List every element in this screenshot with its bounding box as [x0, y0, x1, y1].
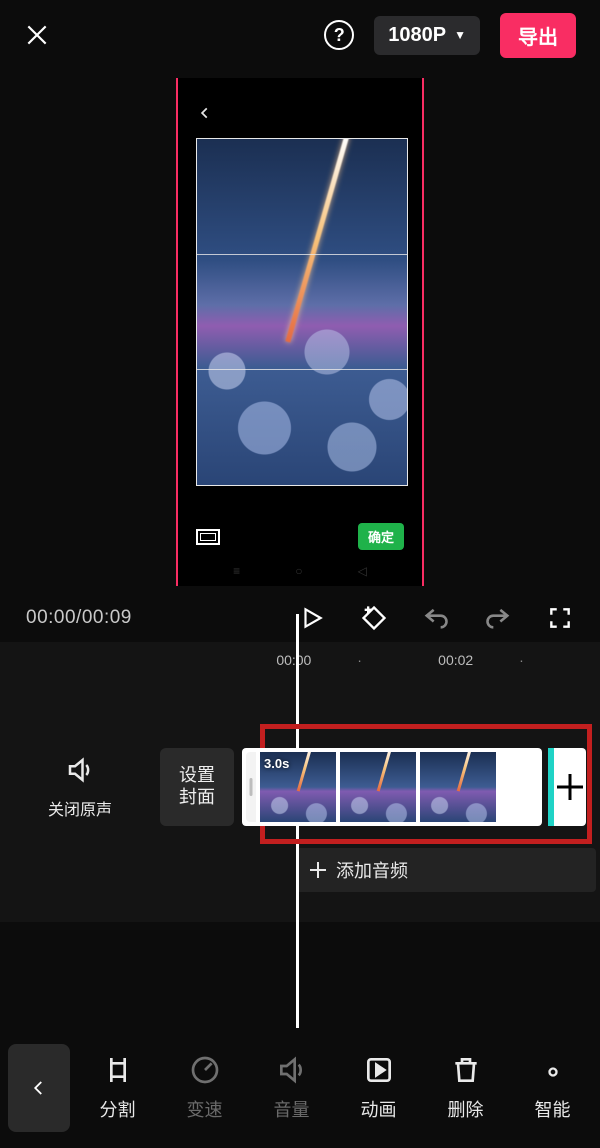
clip-trim-handle[interactable]	[246, 752, 256, 822]
ruler-tick: 00:00	[276, 652, 357, 668]
tool-delete[interactable]: 删除	[426, 1054, 506, 1122]
clip-duration-badge: 3.0s	[264, 756, 289, 771]
play-button[interactable]	[298, 604, 326, 632]
add-audio-track[interactable]: 添加音频	[296, 848, 596, 892]
tool-animation[interactable]: 动画	[339, 1054, 419, 1122]
add-keyframe-button[interactable]	[360, 604, 388, 632]
video-clip[interactable]: 3.0s	[242, 748, 542, 826]
help-button[interactable]: ?	[324, 20, 354, 50]
crop-canvas[interactable]	[196, 138, 408, 486]
add-clip-button[interactable]	[548, 748, 586, 826]
clip-thumbnail	[420, 752, 496, 822]
caret-down-icon: ▼	[454, 28, 466, 42]
clip-thumbnail	[340, 752, 416, 822]
add-audio-label: 添加音频	[336, 857, 408, 883]
undo-button[interactable]	[422, 604, 450, 632]
export-button[interactable]: 导出	[500, 13, 576, 58]
bottom-toolbar: 分割 变速 音量 动画 删除 智能	[0, 1028, 600, 1148]
fullscreen-button[interactable]	[546, 604, 574, 632]
time-display: 00:00/00:09	[26, 607, 132, 629]
tool-split[interactable]: 分割	[78, 1054, 158, 1122]
clip-thumbnail: 3.0s	[260, 752, 336, 822]
time-ruler[interactable]: 00:00 · 00:02 ·	[0, 642, 600, 674]
ruler-dot: ·	[357, 652, 438, 668]
ruler-dot: ·	[519, 652, 600, 668]
aspect-ratio-button[interactable]	[196, 529, 220, 545]
android-nav-icons: ≡○◁	[178, 564, 422, 578]
preview-area: 确定 ≡○◁	[0, 70, 600, 586]
set-cover-button[interactable]: 设置 封面	[160, 748, 234, 826]
tool-speed[interactable]: 变速	[165, 1054, 245, 1122]
resolution-select[interactable]: 1080P ▼	[374, 16, 480, 55]
tool-smart[interactable]: 智能	[513, 1058, 593, 1122]
close-button[interactable]	[24, 22, 50, 48]
plus-icon	[557, 774, 583, 800]
phone-mock: 确定 ≡○◁	[176, 78, 424, 586]
phone-back-button[interactable]	[198, 106, 212, 125]
redo-button[interactable]	[484, 604, 512, 632]
mute-icon[interactable]	[65, 755, 95, 790]
tool-volume[interactable]: 音量	[252, 1054, 332, 1122]
confirm-button[interactable]: 确定	[358, 523, 404, 550]
ruler-tick: 00:02	[438, 652, 519, 668]
resolution-label: 1080P	[388, 24, 446, 47]
toolbar-back-button[interactable]	[8, 1044, 70, 1132]
plus-icon	[310, 862, 326, 878]
playhead[interactable]	[296, 614, 299, 1042]
mute-label: 关闭原声	[48, 796, 112, 820]
timeline[interactable]: 关闭原声 设置 封面 3.0s 添加音频	[0, 674, 600, 922]
